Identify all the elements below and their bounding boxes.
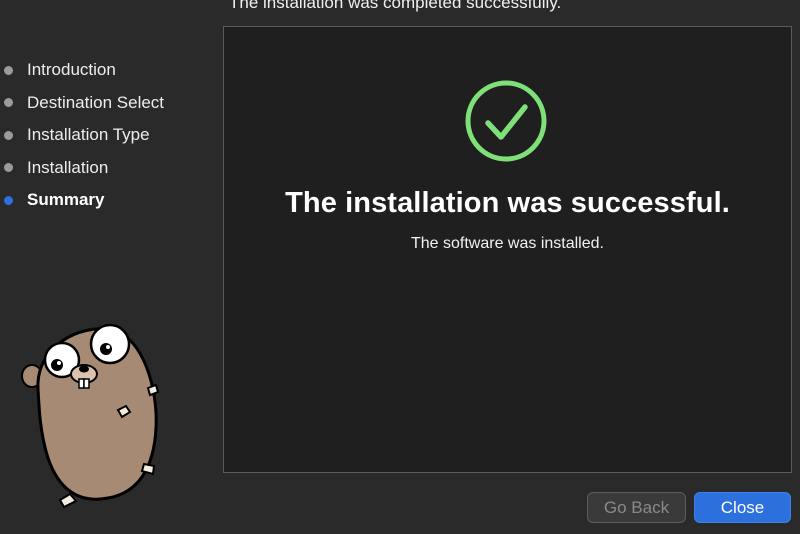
step-label: Destination Select	[27, 92, 165, 112]
gopher-mascot-illustration	[21, 323, 160, 509]
go-back-button[interactable]: Go Back	[587, 492, 686, 523]
success-subtitle: The software was installed.	[411, 235, 604, 252]
step-label: Summary	[27, 190, 105, 210]
step-dot-icon	[4, 130, 13, 140]
step-label: Introduction	[27, 60, 116, 80]
success-title: The installation was successful.	[285, 187, 730, 219]
summary-content-panel: The installation was successful. The sof…	[223, 26, 792, 473]
step-dot-icon	[4, 98, 13, 108]
checkmark-circle-icon	[465, 80, 547, 162]
close-button[interactable]: Close	[694, 492, 791, 523]
step-label: Installation Type	[27, 125, 150, 145]
step-dot-icon	[4, 163, 13, 173]
step-label: Installation	[27, 157, 109, 177]
current-step-dot-icon	[4, 195, 13, 205]
step-dot-icon	[4, 65, 13, 75]
installer-status-text: The installation was completed successfu…	[229, 0, 562, 12]
